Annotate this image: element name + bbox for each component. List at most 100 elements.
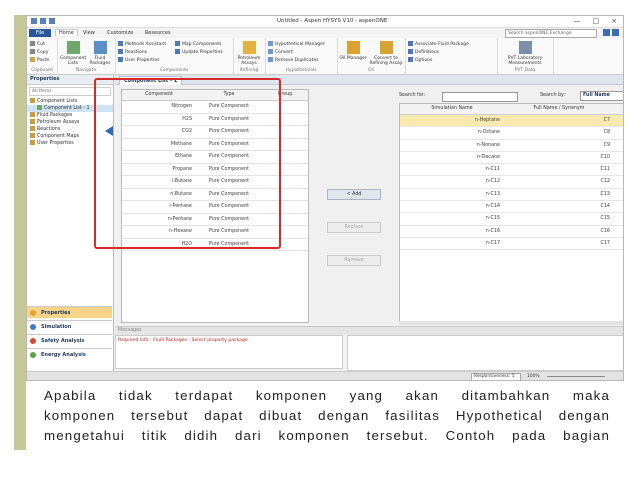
tab-resources[interactable]: Resources — [145, 30, 171, 36]
fluid-package-group: Associate Fluid Package Definitions Opti… — [405, 38, 498, 74]
maximize-button[interactable]: □ — [593, 17, 600, 25]
search-icon[interactable] — [603, 29, 610, 36]
table-row[interactable]: n-C13 C13 — [400, 189, 623, 202]
full-name: C9 — [603, 142, 610, 148]
exchange-search-input[interactable]: Search aspenONE Exchange — [505, 29, 597, 38]
simulation-name: n-Heptane — [474, 118, 500, 123]
search-by-select[interactable]: Full Name — [580, 91, 623, 101]
reactions-button[interactable]: Reactions — [118, 49, 147, 55]
redo-icon[interactable] — [49, 18, 55, 24]
responsiveness-control[interactable]: Responsiveness: 5 — [471, 373, 521, 380]
fluid-packages-button[interactable]: Fluid Packages — [87, 41, 113, 66]
pvt-laboratory-button[interactable]: PVT Laboratory Measurements — [499, 41, 551, 66]
hypothetical-manager-button[interactable]: Hypothetical Manager — [268, 41, 325, 47]
petroleum-assays-button[interactable]: Petroleum Assays — [235, 41, 263, 66]
full-name: C11 — [600, 167, 610, 173]
tab-home[interactable]: Home — [55, 29, 78, 36]
minimize-button[interactable]: — — [574, 17, 581, 25]
nav-safety-analysis[interactable]: Safety Analysis — [27, 334, 112, 346]
full-name: C13 — [600, 191, 610, 197]
caption-line: mengetahui titik didih dari komponen ter… — [44, 428, 610, 443]
ribbon: Cut Copy Paste Clipboard Component Lists… — [27, 38, 623, 75]
oil-manager-button[interactable]: Oil Manager — [339, 41, 367, 61]
copy-button[interactable]: Copy — [30, 49, 48, 55]
full-name: C15 — [600, 216, 610, 222]
nav-simulation[interactable]: Simulation — [27, 320, 112, 332]
caption-line: komponen tersebut dapat dibuat dengan fa… — [44, 408, 610, 423]
full-name: C8 — [603, 130, 610, 136]
oil-group-label: Oil — [367, 68, 375, 73]
component-lists-button[interactable]: Component Lists — [60, 41, 86, 66]
oil-group: Oil Manager Convert to Refining Assay Oi… — [337, 38, 406, 74]
convert-button[interactable]: Convert — [268, 49, 293, 55]
full-name: C10 — [600, 154, 610, 160]
simulation-name: n-Octane — [477, 130, 500, 136]
messages-panel: Required Info : Fluid Packages - Select … — [115, 335, 343, 369]
update-properties-button[interactable]: Update Properties — [175, 49, 222, 55]
help-icon[interactable] — [612, 29, 619, 36]
simulation-name: n-Decane — [477, 154, 500, 160]
table-row[interactable]: n-C12 C12 — [400, 176, 623, 189]
search-for-label: Search for: — [399, 93, 426, 98]
clipboard-group: Cut Copy Paste Clipboard — [27, 38, 58, 74]
column-header-simulation-name: Simulation Name — [431, 106, 473, 111]
quick-access-toolbar — [31, 18, 55, 24]
tab-customize[interactable]: Customize — [107, 30, 133, 36]
cut-button[interactable]: Cut — [30, 41, 45, 47]
search-for-input[interactable] — [442, 92, 518, 102]
undo-icon[interactable] — [40, 18, 46, 24]
slide-accent-bar — [14, 15, 26, 450]
save-icon[interactable] — [31, 18, 37, 24]
navigate-group-label: Navigate — [75, 68, 97, 73]
remove-button[interactable]: Remove — [327, 255, 381, 266]
search-by-label: Search by: — [540, 93, 566, 98]
nav-energy-analysis[interactable]: Energy Analysis — [27, 348, 112, 360]
replace-button[interactable]: Replace — [327, 222, 381, 233]
associate-fluid-package-button[interactable]: Associate Fluid Package — [408, 41, 469, 47]
close-button[interactable]: × — [611, 17, 617, 25]
refining-group-label: Refining — [239, 68, 259, 73]
zoom-level: 100% — [527, 374, 540, 379]
paste-button[interactable]: Paste — [30, 57, 49, 63]
add-button[interactable]: < Add — [327, 189, 381, 200]
table-row[interactable]: n-C17 C17 — [400, 238, 623, 251]
highlight-box — [94, 78, 281, 249]
user-properties-button[interactable]: User Properties — [118, 57, 159, 63]
options-button[interactable]: Options — [408, 57, 432, 63]
simulation-name: n-C13 — [485, 191, 500, 197]
pvt-group: PVT Laboratory Measurements PVT Data — [497, 38, 554, 74]
nav-properties[interactable]: Properties — [27, 306, 112, 318]
zoom-slider[interactable] — [547, 376, 605, 377]
simulation-name: n-C12 — [485, 179, 500, 185]
simulation-name: n-Nonane — [476, 142, 500, 148]
table-row[interactable]: n-Octane C8 — [400, 127, 623, 140]
refining-group: Petroleum Assays Refining — [233, 38, 266, 74]
horizontal-scrollbar[interactable] — [399, 321, 623, 325]
full-name: C7 — [603, 118, 610, 123]
database-table: Simulation Name Full Name / Synonym n-He… — [399, 103, 623, 323]
table-row[interactable]: n-C14 C14 — [400, 201, 623, 214]
table-row[interactable]: n-Decane C10 — [400, 152, 623, 165]
window-title: Untitled - Aspen HYSYS V10 - aspenONE — [277, 18, 388, 24]
full-name: C12 — [600, 179, 610, 185]
remove-duplicates-button[interactable]: Remove Duplicates — [268, 57, 318, 63]
definitions-button[interactable]: Definitions — [408, 49, 439, 55]
simulation-name: n-C15 — [485, 216, 500, 222]
tab-view[interactable]: View — [83, 30, 95, 36]
column-header-full-name: Full Name / Synonym — [533, 106, 585, 111]
table-row[interactable]: n-Nonane C9 — [400, 140, 623, 152]
simulation-name: n-C17 — [485, 240, 500, 246]
table-row[interactable]: n-C11 C11 — [400, 164, 623, 177]
tab-file[interactable]: File — [29, 29, 51, 37]
map-components-button[interactable]: Map Components — [175, 41, 221, 47]
messages-header: Messages — [115, 326, 623, 335]
table-row[interactable]: n-Heptane C7 — [400, 115, 623, 128]
simulation-name: n-C16 — [485, 228, 500, 234]
caption-line: Apabila tidak terdapat komponen yang aka… — [44, 388, 610, 403]
table-row[interactable]: n-C16 C16 — [400, 226, 623, 238]
components-group: Methods Assistant Reactions User Propert… — [115, 38, 234, 74]
status-bar: Responsiveness: 5 100% — [27, 371, 623, 380]
convert-to-refining-assay-button[interactable]: Convert to Refining Assay — [369, 41, 403, 66]
table-row[interactable]: n-C15 C15 — [400, 213, 623, 226]
methods-assistant-button[interactable]: Methods Assistant — [118, 41, 166, 47]
